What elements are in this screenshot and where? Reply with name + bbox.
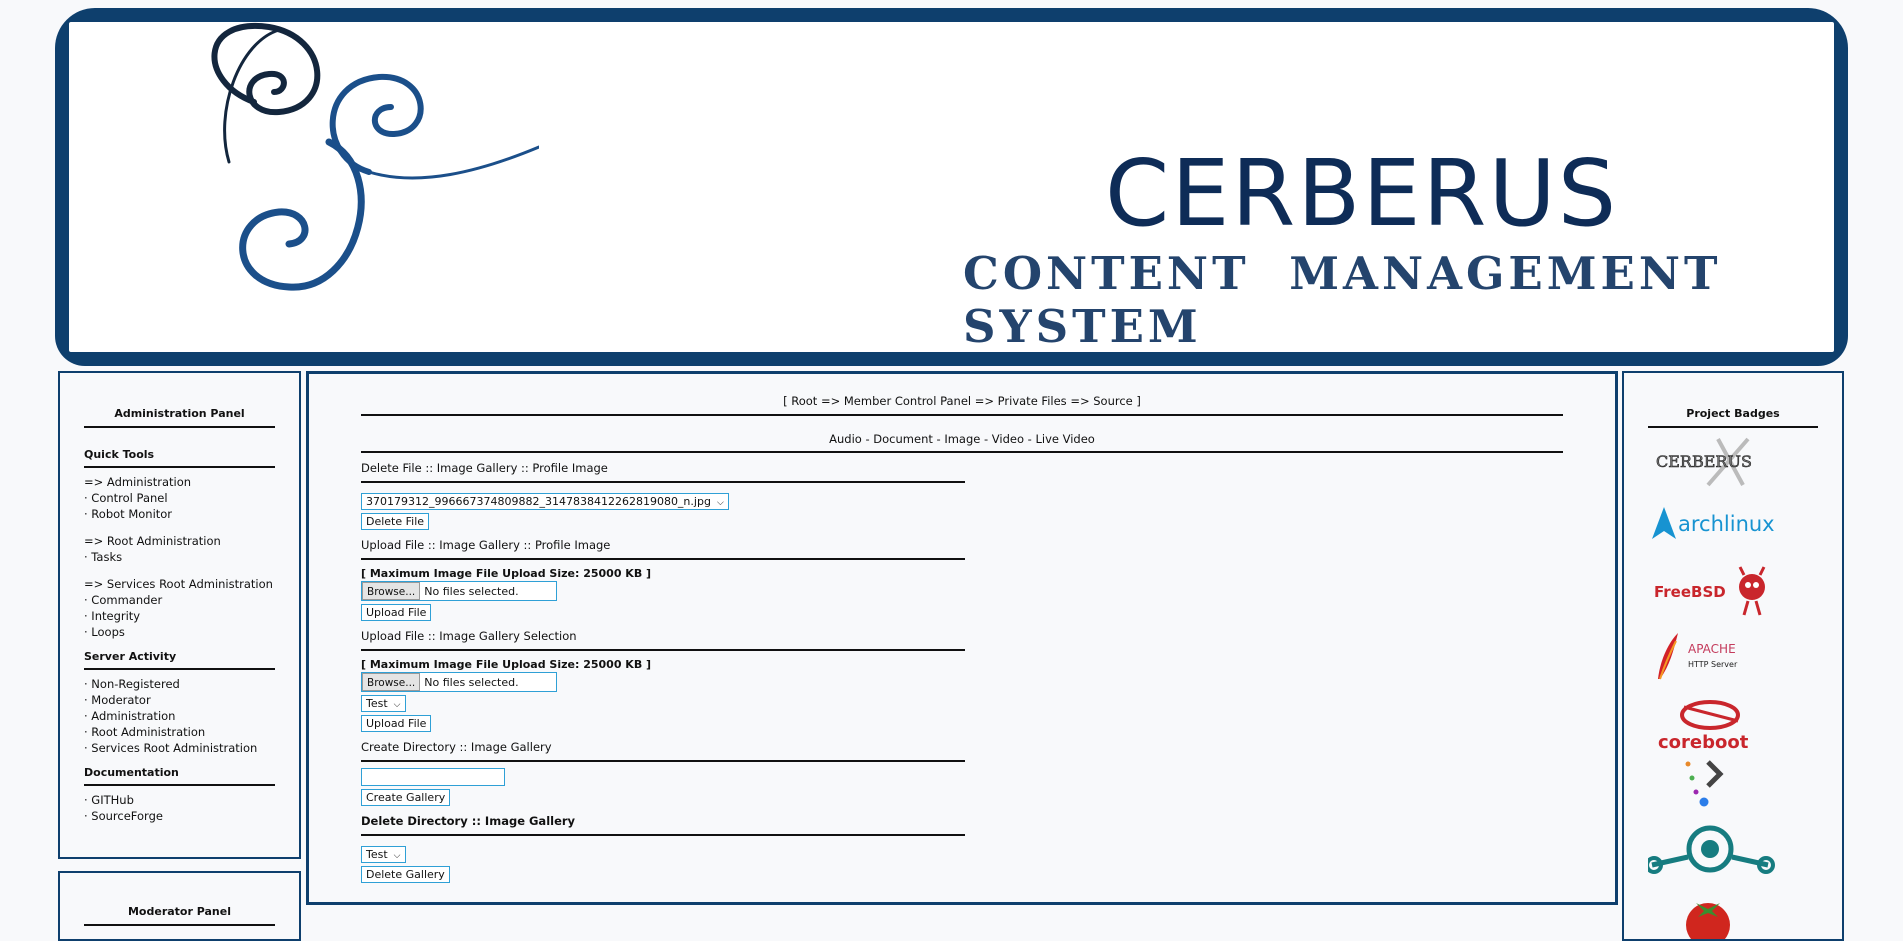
- svg-text:APACHE: APACHE: [1688, 642, 1736, 656]
- quick-tools-heading: Quick Tools: [84, 448, 275, 468]
- nav-services-root-administration[interactable]: => Services Root Administration: [84, 576, 275, 592]
- brand-title: CERBERUS: [1105, 140, 1619, 247]
- svg-text:CERBERUS: CERBERUS: [1656, 452, 1752, 471]
- delete-file-section: Delete File :: Image Gallery :: Profile …: [361, 461, 965, 530]
- upload-size-note: [ Maximum Image File Upload Size: 25000 …: [361, 567, 652, 580]
- moderator-panel: Moderator Panel: [58, 871, 301, 941]
- server-activity-heading: Server Activity: [84, 650, 275, 670]
- project-badges-panel: Project Badges CERBERUS archlinux FreeBS…: [1622, 371, 1844, 941]
- nav-control-panel[interactable]: · Control Panel: [84, 490, 275, 506]
- svg-text:coreboot: coreboot: [1658, 732, 1749, 753]
- freebsd-badge[interactable]: FreeBSD: [1648, 563, 1788, 616]
- brand-subtitle: CONTENT MANAGEMENT SYSTEM: [963, 247, 1722, 352]
- upload-gallery-button[interactable]: Upload File: [361, 715, 432, 732]
- nav-github[interactable]: · GITHub: [84, 792, 275, 808]
- no-files-label: No files selected.: [424, 676, 519, 689]
- upload-profile-heading: Upload File :: Image Gallery :: Profile …: [361, 538, 965, 560]
- delete-file-heading: Delete File :: Image Gallery :: Profile …: [361, 461, 965, 483]
- apache-feather-icon: APACHE HTTP Server: [1658, 633, 1738, 680]
- upload-size-note: [ Maximum Image File Upload Size: 25000 …: [361, 658, 652, 671]
- chevron-down-icon: ⌵: [393, 851, 401, 861]
- tomato-icon: [1686, 903, 1730, 939]
- tomato-badge[interactable]: [1648, 891, 1788, 939]
- nav-robot-monitor[interactable]: · Robot Monitor: [84, 506, 275, 522]
- svg-text:FreeBSD: FreeBSD: [1654, 583, 1726, 601]
- upload-selection-heading: Upload File :: Image Gallery Selection: [361, 629, 965, 651]
- delete-gallery-button[interactable]: Delete Gallery: [361, 866, 450, 883]
- cerberus-badge[interactable]: CERBERUS: [1648, 437, 1788, 487]
- browse-button[interactable]: Browse...: [362, 673, 421, 691]
- apache-badge[interactable]: APACHE HTTP Server: [1648, 631, 1788, 681]
- svg-text:archlinux: archlinux: [1678, 512, 1775, 536]
- gallery-file-input[interactable]: Browse... No files selected.: [361, 672, 557, 692]
- nav-loops[interactable]: · Loops: [84, 624, 275, 640]
- nav-tasks[interactable]: · Tasks: [84, 549, 275, 565]
- nav-administration[interactable]: => Administration: [84, 474, 275, 490]
- breadcrumb[interactable]: [ Root => Member Control Panel => Privat…: [361, 394, 1563, 416]
- coreboot-badge-icon: coreboot: [1658, 700, 1749, 753]
- create-directory-heading: Create Directory :: Image Gallery: [361, 740, 965, 762]
- delete-gallery-select[interactable]: Test ⌵: [361, 846, 406, 863]
- documentation-heading: Documentation: [84, 766, 275, 786]
- freebsd-badge-icon: FreeBSD: [1654, 566, 1766, 616]
- delete-file-button[interactable]: Delete File: [361, 513, 430, 530]
- gallery-select[interactable]: Test ⌵: [361, 695, 406, 712]
- nav-activity-services-root-administration[interactable]: · Services Root Administration: [84, 740, 275, 756]
- no-files-label: No files selected.: [424, 585, 519, 598]
- upload-profile-button[interactable]: Upload File: [361, 604, 432, 621]
- dots-badge[interactable]: [1648, 758, 1788, 808]
- delete-directory-heading: Delete Directory :: Image Gallery: [361, 814, 965, 836]
- create-gallery-button[interactable]: Create Gallery: [361, 789, 451, 806]
- archlinux-badge[interactable]: archlinux: [1648, 503, 1788, 553]
- nav-sourceforge[interactable]: · SourceForge: [84, 808, 275, 824]
- upload-selection-section: Upload File :: Image Gallery Selection […: [361, 629, 965, 732]
- delete-file-select[interactable]: 370179312_996667374809882_31478384122628…: [361, 493, 729, 510]
- nav-activity-administration[interactable]: · Administration: [84, 708, 275, 724]
- nav-commander[interactable]: · Commander: [84, 592, 275, 608]
- delete-directory-section: Delete Directory :: Image Gallery Test ⌵ …: [361, 814, 965, 883]
- chevron-down-icon: ⌵: [716, 498, 724, 508]
- dots-arrow-icon: [1685, 760, 1724, 807]
- nav-activity-root-administration[interactable]: · Root Administration: [84, 724, 275, 740]
- media-tabs[interactable]: Audio - Document - Image - Video - Live …: [361, 432, 1563, 453]
- triskelion-logo-icon: [211, 22, 539, 291]
- profile-file-input[interactable]: Browse... No files selected.: [361, 581, 557, 601]
- main-content-panel: [ Root => Member Control Panel => Privat…: [306, 371, 1618, 905]
- badges-title: Project Badges: [1648, 407, 1818, 428]
- cerberus-badge-icon: CERBERUS: [1656, 437, 1752, 487]
- create-directory-section: Create Directory :: Image Gallery Create…: [361, 740, 965, 806]
- nav-integrity[interactable]: · Integrity: [84, 608, 275, 624]
- moderator-panel-title: Moderator Panel: [84, 905, 275, 926]
- gallery-name-input[interactable]: [361, 768, 505, 786]
- svg-text:HTTP Server: HTTP Server: [1688, 660, 1738, 669]
- nav-root-administration[interactable]: => Root Administration: [84, 533, 275, 549]
- lineage-os-icon: [1645, 825, 1775, 874]
- site-banner: CERBERUS CONTENT MANAGEMENT SYSTEM: [55, 8, 1848, 366]
- nav-non-registered[interactable]: · Non-Registered: [84, 676, 275, 692]
- archlinux-badge-icon: archlinux: [1652, 507, 1775, 539]
- browse-button[interactable]: Browse...: [362, 582, 421, 600]
- panel-title: Administration Panel: [84, 407, 275, 428]
- lineage-badge[interactable]: [1645, 821, 1788, 874]
- upload-profile-section: Upload File :: Image Gallery :: Profile …: [361, 538, 965, 621]
- coreboot-badge[interactable]: coreboot: [1648, 693, 1788, 753]
- chevron-down-icon: ⌵: [393, 700, 401, 710]
- banner-inner: CERBERUS CONTENT MANAGEMENT SYSTEM: [69, 22, 1834, 352]
- administration-panel: Administration Panel Quick Tools => Admi…: [58, 371, 301, 859]
- nav-moderator[interactable]: · Moderator: [84, 692, 275, 708]
